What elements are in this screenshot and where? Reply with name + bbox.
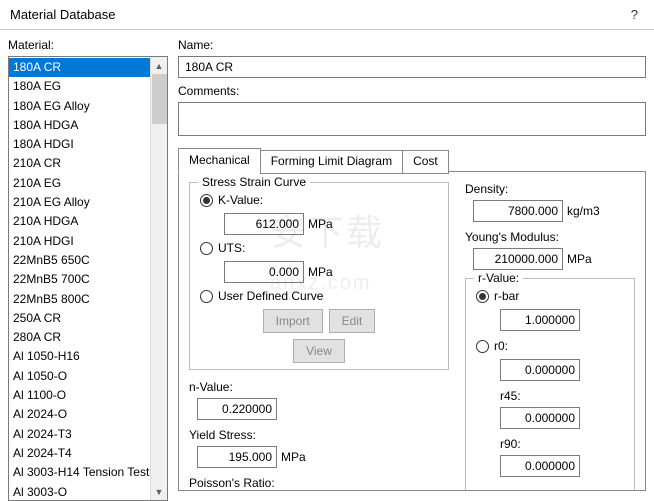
density-label: Density:: [465, 182, 635, 196]
material-item[interactable]: 180A HDGA: [9, 116, 150, 135]
nvalue-input[interactable]: [197, 398, 277, 420]
youngs-unit: MPa: [567, 252, 592, 266]
titlebar: Material Database ?: [0, 0, 654, 30]
material-label: Material:: [8, 38, 168, 52]
material-item[interactable]: 180A CR: [9, 58, 150, 77]
rbar-input[interactable]: [500, 309, 580, 331]
material-item[interactable]: 22MnB5 650C: [9, 251, 150, 270]
yield-label: Yield Stress:: [189, 428, 449, 442]
material-item[interactable]: Al 2024-T3: [9, 425, 150, 444]
rvalue-title: r-Value:: [474, 271, 523, 285]
window-title: Material Database: [10, 7, 625, 22]
material-item[interactable]: Al 3003-O: [9, 483, 150, 500]
material-item[interactable]: 210A EG Alloy: [9, 193, 150, 212]
comments-label: Comments:: [178, 84, 646, 98]
nvalue-label: n-Value:: [189, 380, 449, 394]
scrollbar[interactable]: ▲ ▼: [150, 57, 167, 500]
material-item[interactable]: 22MnB5 700C: [9, 270, 150, 289]
material-item[interactable]: 180A EG Alloy: [9, 97, 150, 116]
scroll-down-button[interactable]: ▼: [151, 483, 167, 500]
material-item[interactable]: 22MnB5 800C: [9, 290, 150, 309]
rvalue-group: r-Value: r-bar r0:: [465, 278, 635, 491]
tab-panel-mechanical: Stress Strain Curve K-Value: MPa: [178, 171, 646, 491]
material-item[interactable]: Al 1100-O: [9, 386, 150, 405]
import-button[interactable]: Import: [263, 309, 323, 333]
rbar-label: r-bar: [494, 289, 519, 303]
help-button[interactable]: ?: [625, 5, 644, 24]
tab-fld[interactable]: Forming Limit Diagram: [260, 150, 403, 174]
tab-cost[interactable]: Cost: [402, 150, 449, 174]
material-item[interactable]: 210A CR: [9, 154, 150, 173]
material-item[interactable]: 250A CR: [9, 309, 150, 328]
radio-uts[interactable]: [200, 242, 213, 255]
scroll-thumb[interactable]: [152, 74, 167, 124]
yield-unit: MPa: [281, 450, 306, 464]
youngs-label: Young's Modulus:: [465, 230, 635, 244]
kvalue-label: K-Value:: [218, 193, 263, 207]
yield-input[interactable]: [197, 446, 277, 468]
name-label: Name:: [178, 38, 646, 52]
kvalue-unit: MPa: [308, 217, 333, 231]
radio-rbar[interactable]: [476, 290, 489, 303]
density-unit: kg/m3: [567, 204, 600, 218]
stress-strain-title: Stress Strain Curve: [198, 175, 310, 189]
r90-input[interactable]: [500, 455, 580, 477]
radio-r0[interactable]: [476, 340, 489, 353]
material-item[interactable]: 210A HDGA: [9, 212, 150, 231]
view-button[interactable]: View: [293, 339, 345, 363]
uts-unit: MPa: [308, 265, 333, 279]
r45-label: r45:: [500, 389, 624, 403]
r90-label: r90:: [500, 437, 624, 451]
uts-input[interactable]: [224, 261, 304, 283]
r45-input[interactable]: [500, 407, 580, 429]
radio-kvalue[interactable]: [200, 194, 213, 207]
edit-button[interactable]: Edit: [329, 309, 376, 333]
density-input[interactable]: [473, 200, 563, 222]
material-item[interactable]: Al 2024-T4: [9, 444, 150, 463]
radio-user-curve[interactable]: [200, 290, 213, 303]
r0-input[interactable]: [500, 359, 580, 381]
name-input[interactable]: [178, 56, 646, 78]
material-item[interactable]: 180A HDGI: [9, 135, 150, 154]
youngs-input[interactable]: [473, 248, 563, 270]
material-item[interactable]: Al 3003-H14 Tension Tests: [9, 463, 150, 482]
material-item[interactable]: Al 1050-H16: [9, 347, 150, 366]
stress-strain-group: Stress Strain Curve K-Value: MPa: [189, 182, 449, 370]
material-item[interactable]: Al 2024-O: [9, 405, 150, 424]
scroll-up-button[interactable]: ▲: [151, 57, 167, 74]
material-item[interactable]: Al 1050-O: [9, 367, 150, 386]
user-curve-label: User Defined Curve: [218, 289, 323, 303]
r0-label: r0:: [494, 339, 508, 353]
material-item[interactable]: 280A CR: [9, 328, 150, 347]
kvalue-input[interactable]: [224, 213, 304, 235]
scroll-track[interactable]: [151, 124, 167, 483]
uts-label: UTS:: [218, 241, 245, 255]
material-item[interactable]: 180A EG: [9, 77, 150, 96]
tab-mechanical[interactable]: Mechanical: [178, 148, 261, 172]
comments-input[interactable]: [178, 102, 646, 136]
material-item[interactable]: 210A EG: [9, 174, 150, 193]
material-listbox[interactable]: 180A CR180A EG180A EG Alloy180A HDGA180A…: [8, 56, 168, 501]
poisson-label: Poisson's Ratio:: [189, 476, 449, 490]
material-item[interactable]: 210A HDGI: [9, 232, 150, 251]
